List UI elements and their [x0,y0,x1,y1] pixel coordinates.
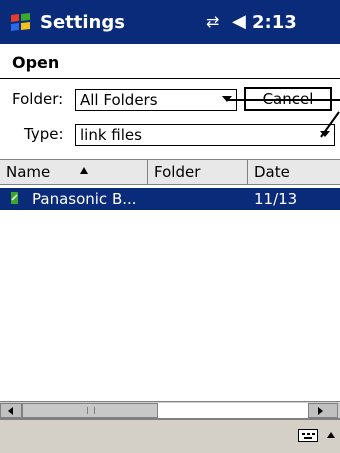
list-header-divider [0,184,340,185]
grip-icon [87,407,95,414]
column-header-date-label: Date [254,163,290,181]
header-divider [0,78,340,79]
folder-dropdown-value: All Folders [80,91,158,109]
arrow-right-icon [318,407,323,415]
folder-label: Folder: [12,90,64,108]
input-panel-arrow-icon[interactable] [327,432,335,438]
arrow-left-icon [8,407,13,415]
keyboard-icon[interactable] [298,429,318,442]
connectivity-icon[interactable]: ⇄ [206,12,219,31]
column-header-name[interactable]: Name [0,160,148,184]
clock-time[interactable]: 2:13 [252,12,297,33]
window-title: Settings [40,12,125,33]
menu-bar [0,419,340,453]
type-label: Type: [24,125,64,143]
type-dropdown-value: link files [80,126,142,144]
scroll-right-button[interactable] [308,403,338,418]
column-header-name-label: Name [6,163,51,181]
horizontal-scrollbar[interactable] [0,401,340,419]
folder-dropdown[interactable]: All Folders [75,89,237,111]
dialog-title: Open [12,53,60,72]
file-link-icon [11,192,18,204]
annotation-pointer-line [228,99,340,101]
list-item[interactable]: Panasonic B... 11/13 1:1... [0,188,340,226]
list-item-name: Panasonic B... [32,190,137,208]
pocketpc-screen: Settings ⇄ ◀ 2:13 Open Folder: All Folde… [0,0,340,453]
scroll-left-button[interactable] [0,403,22,418]
title-bar: Settings ⇄ ◀ 2:13 [0,0,340,44]
column-header-folder-label: Folder [154,163,201,181]
speaker-icon[interactable]: ◀ [232,11,246,32]
scrollbar-thumb[interactable] [22,403,158,418]
sort-ascending-icon [80,167,88,174]
list-item-date: 11/13 1:1... [254,190,298,226]
type-dropdown[interactable]: link files [75,124,335,146]
column-header-date[interactable]: Date [248,160,340,184]
annotation-pointer-diagonal [320,111,340,138]
column-header-folder[interactable]: Folder [148,160,248,184]
scrollbar-track[interactable] [158,403,308,418]
windows-start-icon[interactable] [8,11,34,33]
